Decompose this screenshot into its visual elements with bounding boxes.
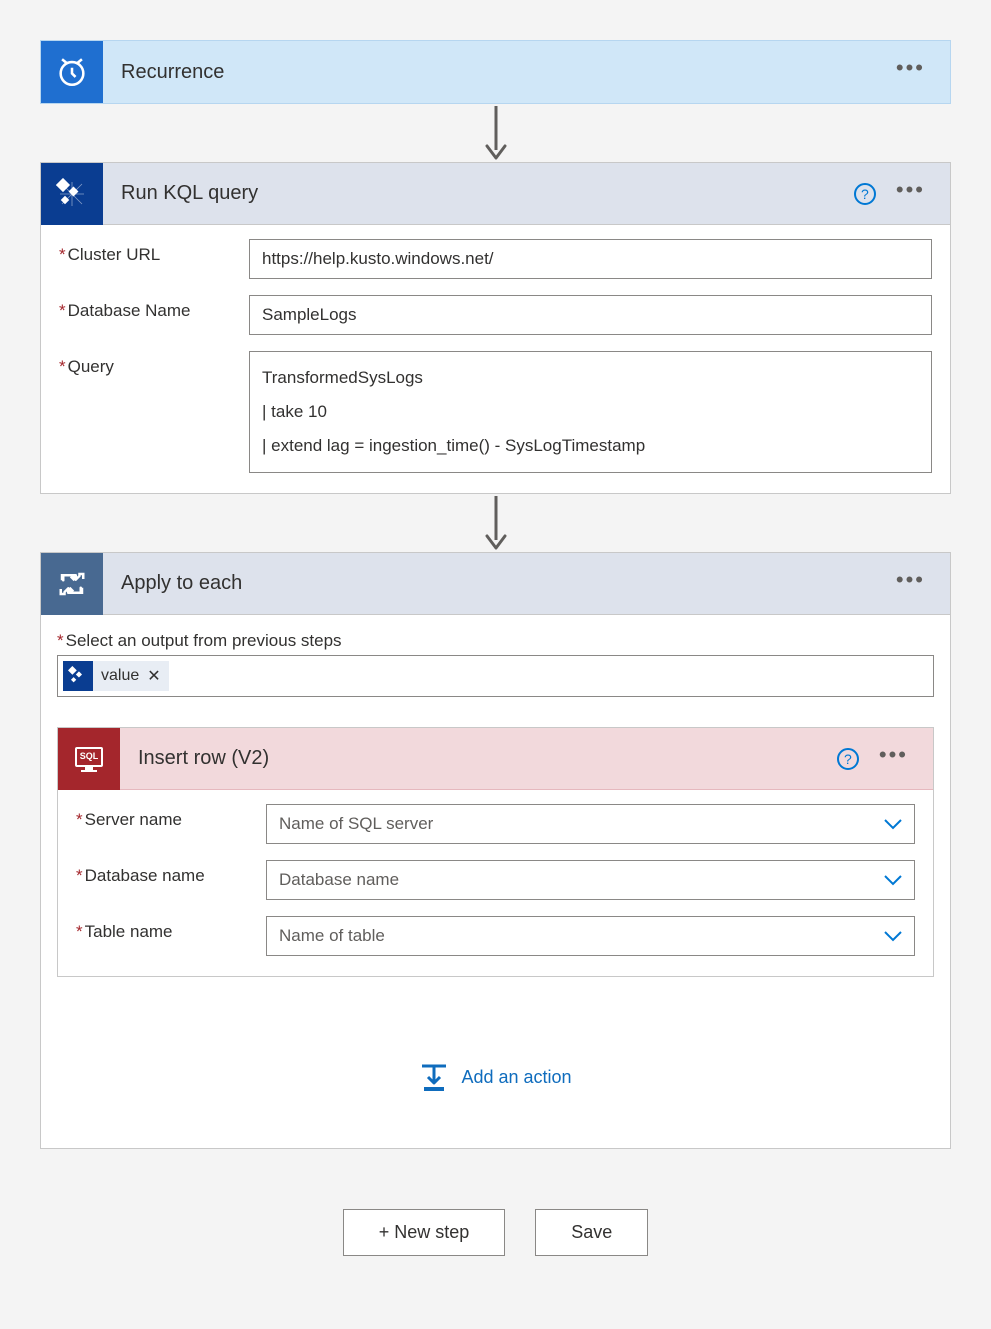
add-action-button[interactable]: Add an action — [57, 977, 934, 1132]
insert-action-icon — [419, 1062, 449, 1092]
insert-row-title: Insert row (V2) — [120, 747, 837, 770]
database-name-input[interactable] — [249, 295, 932, 335]
save-button[interactable]: Save — [535, 1209, 648, 1256]
kql-step: Run KQL query ? ••• *Cluster URL *Databa… — [40, 162, 951, 494]
query-input[interactable]: TransformedSysLogs | take 10 | extend la… — [249, 351, 932, 473]
help-icon[interactable]: ? — [837, 748, 859, 770]
apply-title: Apply to each — [103, 572, 896, 595]
help-icon[interactable]: ? — [854, 183, 876, 205]
cluster-url-label: *Cluster URL — [59, 239, 249, 265]
table-name-select[interactable]: Name of table — [266, 916, 915, 956]
database-name-label: *Database name — [76, 860, 266, 886]
query-label: *Query — [59, 351, 249, 377]
more-icon[interactable]: ••• — [879, 755, 908, 763]
recurrence-step[interactable]: Recurrence ••• — [40, 40, 951, 104]
insert-row-header[interactable]: SQL Insert row (V2) ? ••• — [58, 728, 933, 790]
svg-text:SQL: SQL — [80, 751, 99, 761]
data-explorer-icon — [41, 163, 103, 225]
more-icon[interactable]: ••• — [896, 68, 925, 76]
connector-arrow — [40, 104, 951, 162]
sql-icon: SQL — [58, 728, 120, 790]
cluster-url-input[interactable] — [249, 239, 932, 279]
select-output-input[interactable]: value ✕ — [57, 655, 934, 697]
token-label: value — [101, 667, 139, 685]
kql-title: Run KQL query — [103, 182, 854, 205]
data-explorer-icon — [63, 661, 93, 691]
clock-icon — [41, 41, 103, 103]
new-step-button[interactable]: + New step — [343, 1209, 506, 1256]
close-icon[interactable]: ✕ — [147, 666, 160, 686]
loop-icon — [41, 553, 103, 615]
value-token[interactable]: value ✕ — [63, 661, 169, 691]
insert-row-step: SQL Insert row (V2) ? ••• *Server name N… — [57, 727, 934, 977]
apply-to-each-step: Apply to each ••• *Select an output from… — [40, 552, 951, 1149]
recurrence-title: Recurrence — [103, 61, 896, 84]
server-name-select[interactable]: Name of SQL server — [266, 804, 915, 844]
database-name-select[interactable]: Database name — [266, 860, 915, 900]
select-output-label: *Select an output from previous steps — [57, 631, 934, 651]
database-name-label: *Database Name — [59, 295, 249, 321]
kql-header[interactable]: Run KQL query ? ••• — [41, 163, 950, 225]
connector-arrow — [40, 494, 951, 552]
server-name-label: *Server name — [76, 804, 266, 830]
add-action-label: Add an action — [461, 1067, 571, 1088]
more-icon[interactable]: ••• — [896, 580, 925, 588]
apply-header[interactable]: Apply to each ••• — [41, 553, 950, 615]
table-name-label: *Table name — [76, 916, 266, 942]
more-icon[interactable]: ••• — [896, 190, 925, 198]
